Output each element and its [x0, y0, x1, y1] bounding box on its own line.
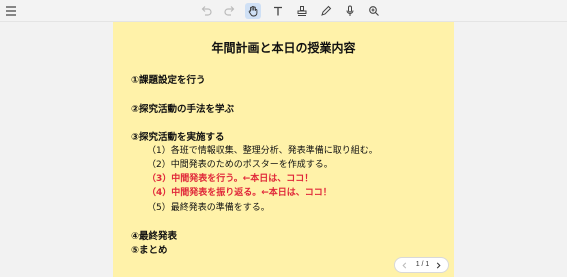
text-icon[interactable]	[270, 3, 286, 19]
agenda-item: ②探究活動の手法を学ぶ	[131, 104, 235, 115]
agenda-item: ③探究活動を実施する	[131, 132, 225, 143]
slide-title: 年間計画と本日の授業内容	[211, 41, 356, 55]
agenda-item: ⑤まとめ	[131, 245, 168, 256]
stamp-icon[interactable]	[294, 3, 310, 19]
zoom-in-icon[interactable]	[366, 3, 382, 19]
slide-page: 年間計画と本日の授業内容 ①課題設定を行う ②探究活動の手法を学ぶ ③探究活動を…	[113, 22, 454, 277]
pen-icon[interactable]	[318, 3, 334, 19]
next-page-icon[interactable]	[432, 259, 445, 272]
agenda-item: ④最終発表	[131, 231, 178, 242]
microphone-icon[interactable]	[342, 3, 358, 19]
page-navigator: 1 / 1	[394, 257, 449, 273]
undo-icon[interactable]	[198, 3, 214, 19]
agenda-item: ①課題設定を行う	[131, 75, 206, 86]
agenda-subitem-highlight: （4）中間発表を振り返る。←本日は、ココ！	[147, 188, 332, 198]
menu-icon[interactable]	[3, 3, 19, 19]
agenda-subitem-highlight: （3）中間発表を行う。←本日は、ココ！	[147, 174, 314, 184]
slide-viewer-app: 年間計画と本日の授業内容 ①課題設定を行う ②探究活動の手法を学ぶ ③探究活動を…	[0, 0, 567, 277]
pan-hand-icon[interactable]	[245, 3, 261, 19]
redo-icon[interactable]	[222, 3, 238, 19]
top-toolbar	[0, 0, 567, 22]
agenda-subitem: （5）最終発表の準備をする。	[147, 203, 270, 213]
agenda-subitem: （2）中間発表のためのポスターを作成する。	[147, 160, 333, 170]
agenda-subitem: （1）各班で情報収集、整理分析、発表準備に取り組む。	[147, 146, 378, 156]
